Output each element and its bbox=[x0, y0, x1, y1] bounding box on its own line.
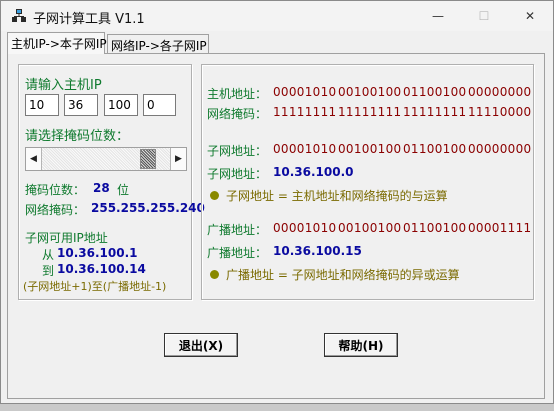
netmask-bin-4: 11110000 bbox=[468, 105, 532, 119]
host-ip-label: 请输入主机IP bbox=[25, 78, 102, 93]
mask-select-label: 请选择掩码位数： bbox=[25, 129, 130, 144]
window-title: 子网计算工具 V1.1 bbox=[33, 12, 145, 27]
subnet-addr-bin-label: 子网地址： bbox=[207, 144, 268, 158]
subnet-addr-bin-4: 00000000 bbox=[468, 142, 532, 156]
bcast-addr-bin-1: 00001010 bbox=[273, 221, 337, 235]
minimize-icon: — bbox=[432, 9, 444, 23]
maximize-button[interactable]: ☐ bbox=[461, 1, 507, 31]
scroll-thumb[interactable] bbox=[140, 149, 156, 169]
bcast-addr-bin-2: 00100100 bbox=[338, 221, 402, 235]
subnet-addr-label: 子网地址： bbox=[207, 167, 268, 181]
ip-octet-2-input[interactable]: 36 bbox=[64, 94, 98, 116]
input-group: 请输入主机IP 10 36 100 0 请选择掩码位数： ◀ ▶ 掩码位数： 2… bbox=[18, 64, 205, 300]
netmask-bin-3: 11111111 bbox=[403, 105, 467, 119]
bcast-addr-bin-4: 00001111 bbox=[468, 221, 532, 235]
netmask-value: 255.255.255.240 bbox=[91, 201, 205, 215]
arrow-left-icon: ◀ bbox=[30, 154, 37, 164]
range-note: (子网地址+1)至(广播地址-1) bbox=[23, 280, 167, 293]
to-ip-value: 10.36.100.14 bbox=[57, 262, 146, 276]
close-icon: ✕ bbox=[524, 9, 536, 23]
mask-bits-scrollbar[interactable]: ◀ ▶ bbox=[25, 147, 187, 171]
background-strip bbox=[0, 404, 554, 411]
bcast-addr-label: 广播地址： bbox=[207, 246, 268, 260]
mask-bits-unit: 位 bbox=[117, 183, 130, 197]
scroll-track[interactable] bbox=[42, 148, 170, 170]
tab-network-to-subnets[interactable]: 网络IP->各子网IP bbox=[107, 34, 209, 54]
host-addr-label: 主机地址： bbox=[207, 87, 268, 101]
scroll-left-button[interactable]: ◀ bbox=[26, 148, 42, 170]
bcast-addr-bin-label: 广播地址： bbox=[207, 223, 268, 237]
network-app-icon bbox=[12, 9, 26, 22]
netmask-bin-1: 11111111 bbox=[273, 105, 337, 119]
host-addr-bin-4: 00000000 bbox=[468, 85, 532, 99]
bcast-addr-value: 10.36.100.15 bbox=[273, 244, 362, 258]
tab-host-to-subnet[interactable]: 主机IP->本子网IP bbox=[7, 32, 107, 54]
host-addr-bin-3: 01100100 bbox=[403, 85, 467, 99]
exit-button[interactable]: 退出(X) bbox=[164, 333, 238, 357]
mask-bits-value: 28 bbox=[93, 181, 110, 195]
result-group: 主机地址： 00001010 00100100 01100100 0000000… bbox=[201, 64, 534, 300]
available-ip-label: 子网可用IP地址 bbox=[25, 231, 108, 245]
netmask-label: 网络掩码： bbox=[25, 203, 86, 217]
app-window: 子网计算工具 V1.1 — ☐ ✕ 主机IP->本子网IP 网络IP->各子网I… bbox=[0, 0, 554, 404]
title-bar[interactable]: 子网计算工具 V1.1 — ☐ ✕ bbox=[1, 1, 553, 31]
subnet-addr-bin-1: 00001010 bbox=[273, 142, 337, 156]
subnet-addr-value: 10.36.100.0 bbox=[273, 165, 354, 179]
scroll-right-button[interactable]: ▶ bbox=[170, 148, 186, 170]
bullet-icon bbox=[210, 191, 219, 200]
arrow-right-icon: ▶ bbox=[175, 154, 182, 164]
close-button[interactable]: ✕ bbox=[507, 1, 553, 31]
mask-bits-label: 掩码位数： bbox=[25, 183, 86, 197]
subnet-addr-bin-3: 01100100 bbox=[403, 142, 467, 156]
ip-octet-1-input[interactable]: 10 bbox=[25, 94, 59, 116]
minimize-button[interactable]: — bbox=[415, 1, 461, 31]
subnet-addr-bin-2: 00100100 bbox=[338, 142, 402, 156]
ip-octet-4-input[interactable]: 0 bbox=[143, 94, 176, 116]
from-ip-value: 10.36.100.1 bbox=[57, 246, 138, 260]
maximize-icon: ☐ bbox=[478, 9, 490, 23]
netmask-bin-2: 11111111 bbox=[338, 105, 402, 119]
bullet-icon bbox=[210, 270, 219, 279]
from-label: 从 bbox=[42, 248, 55, 262]
netmask-bin-label: 网络掩码： bbox=[207, 107, 268, 121]
host-addr-bin-2: 00100100 bbox=[338, 85, 402, 99]
host-addr-bin-1: 00001010 bbox=[273, 85, 337, 99]
help-button[interactable]: 帮助(H) bbox=[324, 333, 398, 357]
bcast-note: 广播地址 = 子网地址和网络掩码的异或运算 bbox=[226, 268, 460, 282]
subnet-note: 子网地址 = 主机地址和网络掩码的与运算 bbox=[226, 189, 448, 203]
tab-panel: 请输入主机IP 10 36 100 0 请选择掩码位数： ◀ ▶ 掩码位数： 2… bbox=[7, 53, 545, 399]
bcast-addr-bin-3: 01100100 bbox=[403, 221, 467, 235]
to-label: 到 bbox=[42, 264, 55, 278]
ip-octet-3-input[interactable]: 100 bbox=[104, 94, 138, 116]
